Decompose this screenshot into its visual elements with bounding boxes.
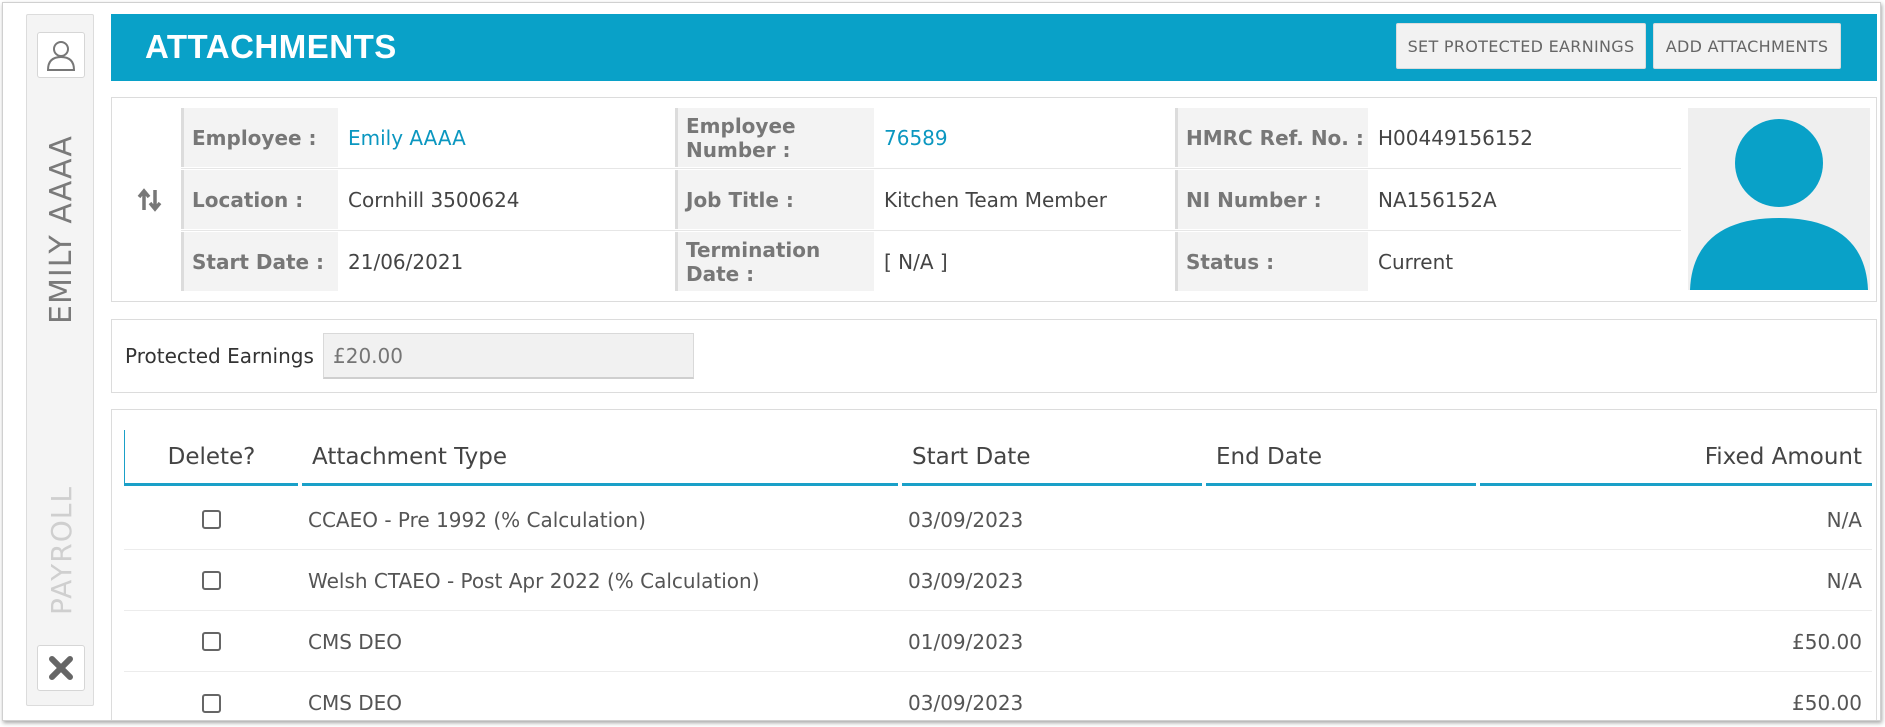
employee-info-panel: Employee : Emily AAAA Location : Cornhil…	[111, 97, 1877, 302]
fixed-amount-cell: N/A	[1476, 490, 1872, 550]
status-value: Current	[1378, 249, 1454, 274]
column-header-fixed-amount[interactable]: Fixed Amount	[1480, 430, 1872, 486]
hmrc-ref-label: HMRC Ref. No. :	[1175, 108, 1368, 167]
row-divider	[181, 168, 1681, 169]
fixed-amount-cell: £50.00	[1792, 691, 1862, 715]
row-divider	[181, 230, 1681, 231]
employee-label: Employee :	[181, 108, 338, 167]
delete-checkbox[interactable]	[201, 632, 221, 651]
swap-sort-icon[interactable]	[136, 186, 164, 214]
job-title-label: Job Title :	[675, 170, 874, 229]
column-header-start-date[interactable]: Start Date	[902, 430, 1202, 486]
module-name-vertical: PAYROLL	[44, 485, 78, 615]
attachment-type-cell: Welsh CTAEO - Post Apr 2022 (% Calculati…	[298, 551, 898, 611]
start-date-cell: 03/09/2023	[898, 551, 1202, 611]
employee-number-label: Employee Number :	[675, 108, 874, 167]
start-date-cell: 01/09/2023	[898, 612, 1202, 672]
attachment-type-cell: CCAEO - Pre 1992 (% Calculation)	[298, 490, 898, 550]
table-row-delete-cell	[124, 612, 298, 672]
employee-name-vertical: EMILY AAAA	[43, 135, 79, 324]
employee-photo	[1688, 108, 1870, 290]
column-header-end-date[interactable]: End Date	[1206, 430, 1476, 486]
hmrc-ref-value: H00449156152	[1378, 125, 1534, 150]
delete-checkbox[interactable]	[201, 510, 221, 529]
protected-earnings-input[interactable]	[323, 333, 694, 379]
end-date-cell	[1202, 551, 1476, 611]
ni-number-value: NA156152A	[1378, 187, 1497, 212]
employee-number-link[interactable]: 76589	[874, 108, 1174, 167]
attachment-type-cell: CMS DEO	[308, 691, 403, 715]
protected-earnings-label: Protected Earnings	[125, 344, 314, 368]
column-header-attachment-type[interactable]: Attachment Type	[302, 430, 898, 486]
user-icon	[46, 41, 76, 71]
end-date-cell	[1202, 612, 1476, 672]
table-row-delete-cell	[124, 490, 298, 550]
start-date-cell: 03/09/2023	[898, 490, 1202, 550]
termination-date-label: Termination Date :	[675, 232, 874, 291]
page-header: ATTACHMENTS SET PROTECTED EARNINGS ADD A…	[111, 14, 1877, 81]
close-icon	[49, 656, 73, 680]
app-window: EMILY AAAA PAYROLL ATTACHMENTS SET PROTE…	[2, 2, 1881, 721]
employee-side-rail: EMILY AAAA PAYROLL	[26, 14, 94, 706]
delete-checkbox[interactable]	[201, 571, 221, 590]
add-attachments-button[interactable]: ADD ATTACHMENTS	[1653, 23, 1841, 69]
attachment-type-cell: CMS DEO	[298, 612, 898, 672]
delete-checkbox[interactable]	[201, 693, 221, 713]
start-date-value: 21/06/2021	[348, 249, 464, 274]
termination-date-value: [ N/A ]	[884, 249, 948, 274]
user-profile-button[interactable]	[37, 32, 85, 78]
rail-employee-name: EMILY AAAA	[27, 127, 95, 332]
start-date-cell: 03/09/2023	[908, 691, 1024, 715]
fixed-amount-cell: N/A	[1476, 551, 1872, 611]
end-date-cell	[1202, 490, 1476, 550]
start-date-label: Start Date :	[181, 232, 338, 291]
page-title: ATTACHMENTS	[145, 28, 397, 65]
set-protected-earnings-button[interactable]: SET PROTECTED EARNINGS	[1396, 23, 1646, 69]
table-row-delete-cell	[124, 551, 298, 611]
fixed-amount-cell: £50.00	[1476, 612, 1872, 672]
status-label: Status :	[1175, 232, 1368, 291]
column-header-delete: Delete?	[124, 430, 298, 486]
job-title-value: Kitchen Team Member	[884, 187, 1108, 212]
close-button[interactable]	[37, 645, 85, 691]
location-label: Location :	[181, 170, 338, 229]
employee-name-link[interactable]: Emily AAAA	[338, 108, 593, 167]
location-value: Cornhill 3500624	[348, 187, 520, 212]
avatar-placeholder-icon	[1690, 119, 1868, 290]
end-date-cell	[1202, 673, 1476, 720]
protected-earnings-panel: Protected Earnings	[111, 319, 1877, 393]
ni-number-label: NI Number :	[1175, 170, 1368, 229]
attachments-table: Delete? Attachment Type Start Date End D…	[111, 409, 1877, 720]
table-row-delete-cell	[124, 673, 298, 720]
rail-module-name: PAYROLL	[27, 470, 95, 630]
